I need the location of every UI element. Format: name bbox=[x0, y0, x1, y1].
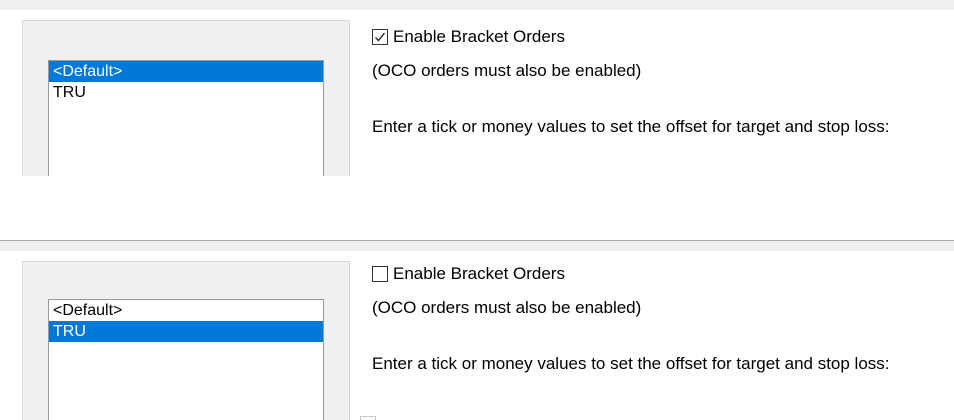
enable-bracket-orders-label[interactable]: Enable Bracket Orders bbox=[393, 27, 565, 47]
settings-panel-bottom: <Default> TRU Enable Bracket Orders (OCO… bbox=[0, 240, 954, 420]
instrument-listbox[interactable]: <Default> TRU bbox=[48, 60, 324, 176]
enable-bracket-orders-checkbox[interactable] bbox=[372, 29, 388, 45]
offset-instructions: Enter a tick or money values to set the … bbox=[372, 354, 890, 373]
offset-instructions: Enter a tick or money values to set the … bbox=[372, 117, 890, 136]
list-item-default[interactable]: <Default> bbox=[49, 61, 323, 82]
enable-bracket-orders-checkbox[interactable] bbox=[372, 266, 388, 282]
settings-panel-top: <Default> TRU Enable Bracket Orders (OCO… bbox=[0, 0, 954, 176]
list-item-default[interactable]: <Default> bbox=[49, 300, 323, 321]
enable-bracket-orders-option[interactable]: Enable Bracket Orders bbox=[372, 264, 565, 284]
instrument-listbox[interactable]: <Default> TRU bbox=[48, 299, 324, 420]
oco-note: (OCO orders must also be enabled) bbox=[372, 298, 642, 317]
list-item-tru[interactable]: TRU bbox=[49, 82, 323, 103]
panel-background bbox=[0, 241, 954, 251]
oco-note: (OCO orders must also be enabled) bbox=[372, 61, 642, 80]
list-item-tru[interactable]: TRU bbox=[49, 321, 323, 342]
enable-bracket-orders-label[interactable]: Enable Bracket Orders bbox=[393, 264, 565, 284]
enable-bracket-orders-option[interactable]: Enable Bracket Orders bbox=[372, 27, 565, 47]
panel-background bbox=[0, 0, 954, 10]
checkmark-icon bbox=[375, 32, 386, 42]
partial-checkbox[interactable] bbox=[360, 416, 376, 420]
